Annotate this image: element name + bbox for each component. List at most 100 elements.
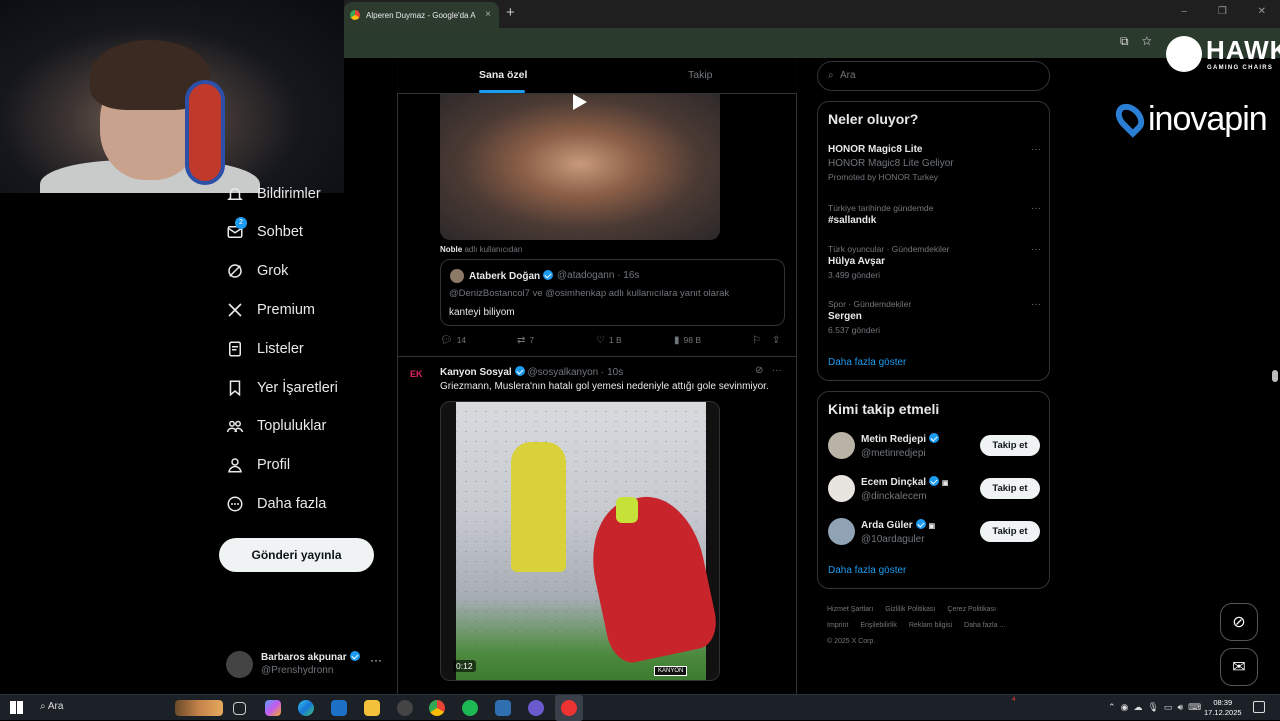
file-explorer-icon[interactable] bbox=[364, 700, 380, 716]
more-options-icon[interactable]: ··· bbox=[1031, 144, 1041, 155]
verified-badge-icon bbox=[929, 433, 940, 443]
sidebar-item-premium[interactable]: Premium bbox=[226, 295, 315, 325]
sidebar-item-grok[interactable]: Grok bbox=[226, 256, 288, 286]
taskbar-clock[interactable]: 08:39 17.12.2025 bbox=[1204, 698, 1242, 718]
footer-link[interactable]: Reklam bilgisi bbox=[909, 622, 952, 629]
mail-app-icon[interactable] bbox=[331, 700, 347, 716]
show-more-link[interactable]: Daha fazla göster bbox=[828, 565, 906, 576]
reply-button[interactable]: 💬︎ 14 bbox=[440, 335, 466, 346]
tab-close-icon[interactable]: × bbox=[485, 9, 491, 20]
close-window-icon[interactable]: ✕ bbox=[1258, 6, 1266, 17]
bookmark-star-icon[interactable]: ☆ bbox=[1142, 34, 1152, 48]
more-options-icon[interactable]: ··· bbox=[1031, 244, 1041, 255]
tray-app-icon[interactable]: ◉ bbox=[1121, 702, 1129, 712]
post-author-name[interactable]: Kanyon Sosyal bbox=[440, 367, 512, 378]
edge-icon[interactable] bbox=[298, 700, 314, 716]
trend-item[interactable]: Spor · Gündemdekiler Sergen 6.537 gönder… bbox=[828, 299, 1041, 335]
sidebar-item-communities[interactable]: Topluluklar bbox=[226, 411, 326, 441]
system-tray[interactable]: ⌃ ◉ ☁ 🎙︎ ▭ 🔊︎ ⌨ bbox=[1108, 702, 1201, 713]
copilot-icon[interactable] bbox=[265, 700, 281, 716]
notification-center-icon[interactable] bbox=[1253, 701, 1265, 713]
xbox-icon[interactable] bbox=[397, 700, 413, 716]
task-view-icon[interactable] bbox=[233, 702, 246, 715]
views-button[interactable]: ▮ 98 B bbox=[674, 335, 701, 346]
more-circle-icon bbox=[226, 495, 244, 513]
footer-link[interactable]: Daha fazla ... bbox=[964, 622, 1005, 629]
sidebar-item-label: Daha fazla bbox=[257, 496, 327, 512]
repost-button[interactable]: ⇄ 7 bbox=[517, 335, 534, 346]
footer-link[interactable]: Çerez Politikası bbox=[947, 606, 996, 613]
grok-fab-button[interactable]: ⊘ bbox=[1220, 603, 1258, 641]
discord-icon[interactable] bbox=[528, 700, 544, 716]
show-more-link[interactable]: Daha fazla göster bbox=[828, 357, 906, 368]
volume-icon[interactable]: 🔊︎ bbox=[1177, 702, 1183, 712]
network-icon[interactable]: ▭ bbox=[1164, 702, 1173, 712]
follow-suggestion[interactable]: Arda Güler ▣ @10ardaguler Takip et bbox=[828, 518, 1041, 548]
follow-button[interactable]: Takip et bbox=[980, 435, 1040, 456]
search-input[interactable] bbox=[840, 70, 1030, 81]
messages-fab-button[interactable]: ✉ bbox=[1220, 648, 1258, 686]
account-switcher[interactable]: Barbaros akpunar @Prenshydronn ··· bbox=[226, 649, 386, 679]
like-button[interactable]: ♡ 1 B bbox=[596, 335, 622, 346]
quoted-post[interactable]: Ataberk Doğan @atadogann · 16s @DenizBos… bbox=[440, 259, 785, 326]
avatar-text: EK bbox=[410, 369, 423, 379]
reply-count: 14 bbox=[456, 335, 467, 345]
trend-item[interactable]: Türkiye tarihinde gündemde #sallandık ··… bbox=[828, 203, 1041, 226]
tab-for-you[interactable]: Sana özel bbox=[479, 69, 527, 81]
trend-item[interactable]: Türk oyuncular · Gündemdekiler Hülya Avş… bbox=[828, 244, 1041, 280]
chrome-icon[interactable] bbox=[429, 700, 445, 716]
more-options-icon[interactable]: ··· bbox=[370, 653, 382, 667]
language-icon[interactable]: ⌨ bbox=[1188, 702, 1201, 712]
sidebar-item-label: Grok bbox=[257, 263, 289, 279]
steam-icon[interactable] bbox=[495, 700, 511, 716]
windows-start-icon[interactable] bbox=[10, 701, 23, 714]
scrollbar-thumb[interactable] bbox=[1272, 370, 1278, 382]
weather-widget-icon[interactable] bbox=[175, 700, 223, 716]
mail-icon: ✉ bbox=[1232, 659, 1246, 676]
restore-icon[interactable]: ❐ bbox=[1218, 6, 1227, 17]
obs-icon[interactable] bbox=[561, 700, 577, 716]
more-options-icon[interactable]: ··· bbox=[1031, 203, 1041, 214]
follow-suggestion[interactable]: Metin Redjepi @metinredjepi Takip et bbox=[828, 432, 1041, 462]
minimize-icon[interactable]: – bbox=[1182, 6, 1188, 17]
more-options-icon[interactable]: ··· bbox=[1031, 299, 1041, 310]
search-box[interactable]: ⌕ bbox=[817, 61, 1050, 91]
heart-icon: ♡ bbox=[596, 335, 605, 346]
footer-link[interactable]: Erişilebilirlik bbox=[860, 622, 897, 629]
taskbar-search[interactable]: ⌕ Ara bbox=[40, 701, 63, 712]
tray-cloud-icon[interactable]: ☁ bbox=[1133, 702, 1142, 712]
avatar bbox=[828, 518, 855, 545]
spotify-icon[interactable] bbox=[462, 700, 478, 716]
video-thumbnail[interactable] bbox=[440, 94, 720, 240]
context-user[interactable]: Noble bbox=[440, 245, 462, 254]
bookmark-button[interactable]: ⚐ bbox=[752, 335, 765, 346]
sidebar-item-profile[interactable]: Profil bbox=[226, 450, 290, 480]
follow-button[interactable]: Takip et bbox=[980, 478, 1040, 499]
footer-link[interactable]: Imprint bbox=[827, 622, 848, 629]
footer-link[interactable]: Gizlilik Politikası bbox=[885, 606, 935, 613]
video-player[interactable]: 0:12 KANYON bbox=[440, 401, 720, 681]
share-button[interactable]: ⇪ bbox=[772, 335, 784, 346]
trend-item[interactable]: HONOR Magic8 Lite HONOR Magic8 Lite Geli… bbox=[828, 144, 1041, 182]
browser-tab[interactable]: Alperen Duymaz - Google'da A × bbox=[344, 2, 499, 28]
sidebar-item-notifications[interactable]: Bildirimler bbox=[226, 179, 321, 209]
microphone-icon[interactable]: 🎙︎ bbox=[1147, 702, 1158, 712]
grok-icon: ⊘ bbox=[1232, 614, 1246, 631]
footer-link[interactable]: Hizmet Şartları bbox=[827, 606, 873, 613]
install-app-icon[interactable]: ⧉ bbox=[1120, 34, 1129, 48]
chevron-up-icon[interactable]: ⌃ bbox=[1108, 702, 1116, 712]
play-icon[interactable] bbox=[573, 94, 587, 110]
follow-suggestion[interactable]: Ecem Dinçkal ▣ @dinckalecem Takip et bbox=[828, 475, 1041, 505]
sidebar-item-more[interactable]: Daha fazla bbox=[226, 489, 326, 519]
avatar[interactable]: EK bbox=[410, 369, 432, 391]
sidebar-item-lists[interactable]: Listeler bbox=[226, 334, 304, 364]
follow-button[interactable]: Takip et bbox=[980, 521, 1040, 542]
more-options-icon[interactable]: ··· bbox=[772, 365, 782, 376]
tab-following[interactable]: Takip bbox=[688, 69, 713, 81]
sidebar-item-bookmarks[interactable]: Yer İşaretleri bbox=[226, 373, 338, 403]
grok-icon[interactable]: ⊘ bbox=[755, 365, 763, 376]
sidebar-item-chat[interactable]: 2 Sohbet bbox=[226, 217, 303, 247]
context-text: adlı kullanıcıdan bbox=[464, 245, 523, 254]
post-button[interactable]: Gönderi yayınla bbox=[219, 538, 374, 572]
new-tab-button[interactable]: + bbox=[506, 4, 515, 21]
